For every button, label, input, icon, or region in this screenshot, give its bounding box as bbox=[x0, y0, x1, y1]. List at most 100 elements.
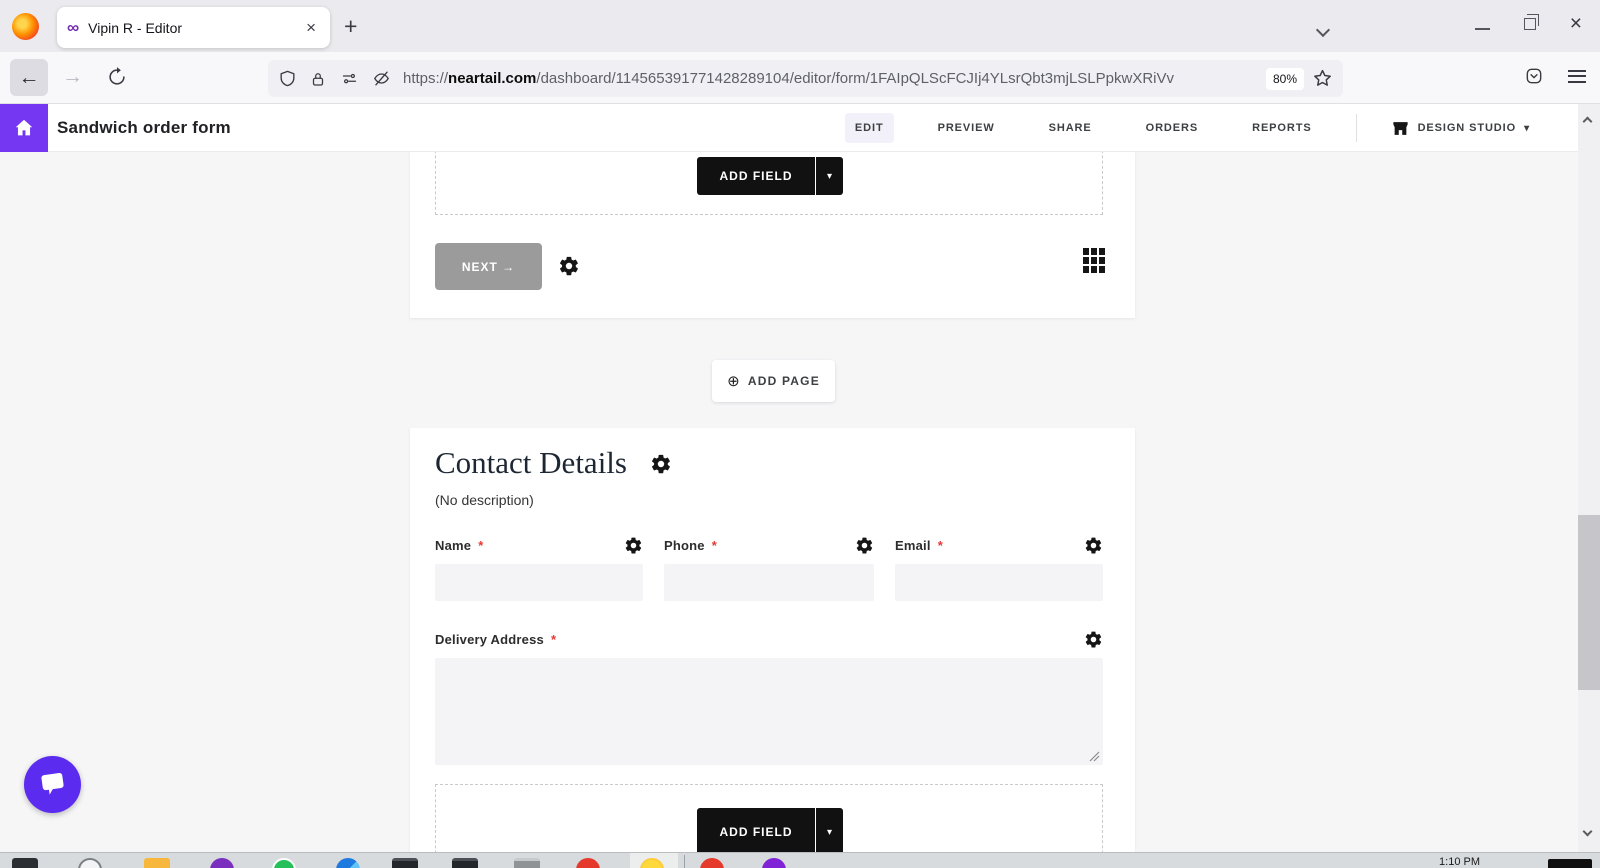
name-input[interactable] bbox=[435, 564, 643, 601]
required-marker: * bbox=[937, 537, 943, 553]
red-app-icon[interactable] bbox=[700, 858, 724, 868]
bookmark-star-icon[interactable] bbox=[1312, 68, 1333, 89]
blue-app-icon[interactable] bbox=[336, 858, 360, 868]
scroll-down-icon[interactable] bbox=[1582, 822, 1593, 840]
scroll-up-icon[interactable] bbox=[1582, 112, 1593, 130]
field-email: Email * bbox=[895, 534, 1103, 601]
add-field-dropdown-icon[interactable]: ▾ bbox=[816, 808, 843, 852]
chat-bubble-icon bbox=[40, 772, 64, 795]
permissions-icon[interactable] bbox=[339, 70, 360, 88]
terminal-window-icon[interactable] bbox=[392, 858, 418, 868]
settings-icon-name-field[interactable] bbox=[624, 536, 643, 555]
url-domain: neartail.com bbox=[448, 70, 537, 87]
divider bbox=[1355, 114, 1357, 142]
red-app-icon[interactable] bbox=[576, 858, 600, 868]
add-field-button-page2[interactable]: ADD FIELD ▾ bbox=[697, 808, 843, 852]
tab-title: Vipin R - Editor bbox=[88, 19, 183, 36]
url-bar[interactable]: https://neartail.com/dashboard/114565391… bbox=[268, 60, 1343, 97]
chevron-down-icon: ▾ bbox=[1524, 122, 1530, 134]
settings-icon-next-button[interactable] bbox=[558, 255, 580, 277]
tab-reports[interactable]: REPORTS bbox=[1242, 113, 1321, 143]
required-marker: * bbox=[550, 631, 557, 647]
field-label: Delivery Address bbox=[435, 631, 544, 647]
window-app-icon[interactable] bbox=[514, 858, 540, 868]
taskbar: 1:10 PM bbox=[0, 852, 1600, 868]
search-icon[interactable] bbox=[78, 858, 102, 868]
window-controls: × bbox=[1474, 13, 1582, 34]
purple-app-icon[interactable] bbox=[762, 858, 786, 868]
delivery-address-textarea[interactable] bbox=[435, 658, 1103, 765]
taskbar-divider bbox=[684, 855, 685, 868]
clock[interactable]: 1:10 PM bbox=[1439, 856, 1480, 868]
url-path: /dashboard/114565391771428289104/editor/… bbox=[536, 70, 1175, 87]
storefront-icon bbox=[1392, 121, 1408, 135]
tab-share[interactable]: SHARE bbox=[1039, 113, 1102, 143]
settings-icon-email-field[interactable] bbox=[1084, 536, 1103, 555]
field-name: Name * bbox=[435, 534, 643, 601]
purple-app-icon[interactable] bbox=[210, 858, 234, 868]
shield-icon[interactable] bbox=[278, 69, 297, 88]
field-delivery-address: Delivery Address * bbox=[435, 628, 1103, 650]
back-button[interactable]: ← bbox=[10, 59, 48, 96]
add-field-button-page1[interactable]: ADD FIELD ▾ bbox=[697, 157, 843, 195]
settings-icon-section[interactable] bbox=[650, 453, 672, 475]
pocket-icon[interactable] bbox=[1524, 66, 1544, 86]
browser-toolbar: ← → https://neartail.com/dashboard/11456… bbox=[0, 52, 1600, 104]
firefox-icon[interactable] bbox=[12, 13, 39, 40]
tray-widget[interactable] bbox=[1548, 859, 1592, 868]
lock-icon[interactable] bbox=[309, 70, 327, 88]
settings-icon-address-field[interactable] bbox=[1084, 630, 1103, 649]
section-title: Contact Details bbox=[435, 445, 627, 480]
chat-widget-button[interactable] bbox=[24, 756, 81, 813]
app-header: Sandwich order form EDIT PREVIEW SHARE O… bbox=[0, 104, 1600, 152]
drag-grid-icon[interactable] bbox=[1083, 248, 1107, 274]
reload-button[interactable] bbox=[106, 66, 128, 93]
restore-button[interactable] bbox=[1523, 14, 1539, 30]
home-button[interactable] bbox=[0, 104, 48, 152]
email-input[interactable] bbox=[895, 564, 1103, 601]
phone-input[interactable] bbox=[664, 564, 874, 601]
page-title: Sandwich order form bbox=[57, 118, 231, 137]
field-label: Name bbox=[435, 537, 472, 553]
minimize-button[interactable] bbox=[1474, 28, 1490, 30]
add-page-button[interactable]: ⊕ ADD PAGE bbox=[712, 360, 835, 402]
section-description: (No description) bbox=[435, 492, 534, 508]
blocked-eye-icon[interactable] bbox=[372, 69, 391, 88]
page-scrollbar[interactable] bbox=[1578, 104, 1600, 852]
page-zoom-badge[interactable]: 80% bbox=[1265, 67, 1304, 90]
home-icon bbox=[15, 119, 33, 136]
window-close-button[interactable]: × bbox=[1570, 13, 1582, 34]
browser-titlebar: ∞ Vipin R - Editor × + × bbox=[0, 0, 1600, 52]
plus-circle-icon: ⊕ bbox=[727, 373, 741, 390]
required-marker: * bbox=[478, 537, 484, 553]
menu-hamburger-icon[interactable] bbox=[1568, 69, 1586, 83]
field-label: Email bbox=[895, 537, 931, 553]
resize-handle-icon[interactable] bbox=[1088, 750, 1100, 762]
browser-tab[interactable]: ∞ Vipin R - Editor × bbox=[57, 7, 330, 48]
terminal-window-icon[interactable] bbox=[452, 858, 478, 868]
green-app-icon[interactable] bbox=[272, 858, 296, 868]
forward-button: → bbox=[62, 65, 83, 88]
scrollbar-thumb[interactable] bbox=[1578, 515, 1600, 690]
reload-icon bbox=[109, 67, 125, 85]
tab-preview[interactable]: PREVIEW bbox=[928, 113, 1005, 143]
field-phone: Phone * bbox=[664, 534, 874, 601]
field-label: Phone bbox=[664, 537, 705, 553]
tab-close-icon[interactable]: × bbox=[302, 18, 320, 38]
next-button[interactable]: NEXT → bbox=[435, 243, 542, 290]
add-field-dropdown-icon[interactable]: ▾ bbox=[816, 157, 843, 195]
settings-icon-phone-field[interactable] bbox=[855, 536, 874, 555]
tab-edit[interactable]: EDIT bbox=[844, 113, 894, 143]
url-protocol: https:// bbox=[403, 70, 449, 87]
file-explorer-icon[interactable] bbox=[144, 858, 170, 868]
list-all-tabs-icon[interactable] bbox=[1315, 22, 1331, 40]
url-text[interactable]: https://neartail.com/dashboard/114565391… bbox=[403, 70, 1258, 87]
app-nav: EDIT PREVIEW SHARE ORDERS REPORTS DESIGN… bbox=[844, 104, 1530, 152]
tab-favicon-infinity-icon: ∞ bbox=[67, 17, 80, 37]
start-button-icon[interactable] bbox=[12, 858, 38, 868]
editor-canvas: ADD FIELD ▾ NEXT → ⊕ ADD PAGE Contact De… bbox=[0, 152, 1600, 852]
required-marker: * bbox=[711, 537, 717, 553]
new-tab-button[interactable]: + bbox=[344, 13, 357, 40]
design-studio-menu[interactable]: DESIGN STUDIO ▾ bbox=[1391, 119, 1530, 138]
tab-orders[interactable]: ORDERS bbox=[1136, 113, 1208, 143]
